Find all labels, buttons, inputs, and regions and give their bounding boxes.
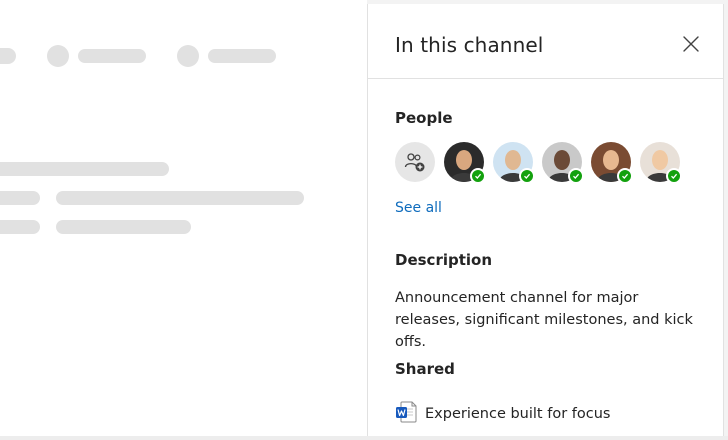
skeleton-bar [0, 162, 169, 176]
shared-file-item[interactable]: Experience built for focus [395, 400, 610, 428]
panel-title: In this channel [395, 33, 544, 57]
presence-available-icon [617, 168, 633, 184]
panel-header: In this channel [368, 4, 723, 79]
people-label: People [395, 109, 453, 127]
word-doc-icon [395, 400, 419, 428]
app-window: In this channel People See all Descripti… [0, 0, 728, 440]
frame-edge [0, 436, 728, 440]
skeleton-bar [56, 191, 304, 205]
member-avatar[interactable] [493, 142, 535, 184]
skeleton-dot [177, 45, 199, 67]
member-avatar[interactable] [444, 142, 486, 184]
main-content-skeleton [0, 0, 367, 440]
add-people-icon[interactable] [395, 142, 435, 182]
member-avatar[interactable] [640, 142, 682, 184]
presence-available-icon [470, 168, 486, 184]
skeleton-bar [208, 49, 276, 63]
skeleton-bar [56, 220, 191, 234]
channel-details-panel: In this channel People See all Descripti… [367, 4, 724, 440]
skeleton-bar [0, 220, 40, 234]
skeleton-bar [78, 49, 146, 63]
shared-file-name: Experience built for focus [425, 406, 611, 422]
shared-label: Shared [395, 360, 455, 378]
skeleton-dot [47, 45, 69, 67]
member-avatar[interactable] [542, 142, 584, 184]
presence-available-icon [666, 168, 682, 184]
member-avatar[interactable] [591, 142, 633, 184]
presence-available-icon [519, 168, 535, 184]
close-icon[interactable] [679, 32, 703, 56]
description-label: Description [395, 251, 493, 269]
people-list [395, 142, 682, 184]
skeleton-bar [0, 191, 40, 205]
frame-edge [724, 0, 728, 440]
skeleton-dot [0, 48, 16, 64]
presence-available-icon [568, 168, 584, 184]
see-all-link[interactable]: See all [395, 200, 442, 216]
description-text: Announcement channel for major releases,… [395, 290, 693, 350]
